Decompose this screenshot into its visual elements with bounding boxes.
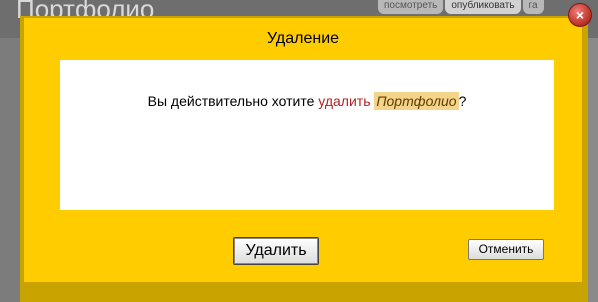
question-prefix: Вы действительно хотите	[147, 93, 319, 109]
background-tabs: посмотреть опубликовать га	[378, 0, 546, 14]
cancel-button[interactable]: Отменить	[468, 239, 544, 260]
question-verb: удалить	[318, 93, 371, 109]
tab-other[interactable]: га	[522, 0, 544, 14]
tab-publish[interactable]: опубликовать	[445, 0, 521, 14]
question-object: Портфолио	[374, 92, 459, 110]
tab-view[interactable]: посмотреть	[378, 0, 444, 14]
close-icon[interactable]: ×	[568, 3, 592, 27]
dialog-body: Вы действительно хотите удалить Портфоли…	[60, 60, 554, 210]
delete-dialog: Удаление Вы действительно хотите удалить…	[24, 18, 582, 282]
confirm-question: Вы действительно хотите удалить Портфоли…	[60, 92, 554, 110]
question-suffix: ?	[458, 93, 467, 109]
dialog-title: Удаление	[266, 30, 340, 47]
delete-button[interactable]: Удалить	[233, 237, 319, 265]
